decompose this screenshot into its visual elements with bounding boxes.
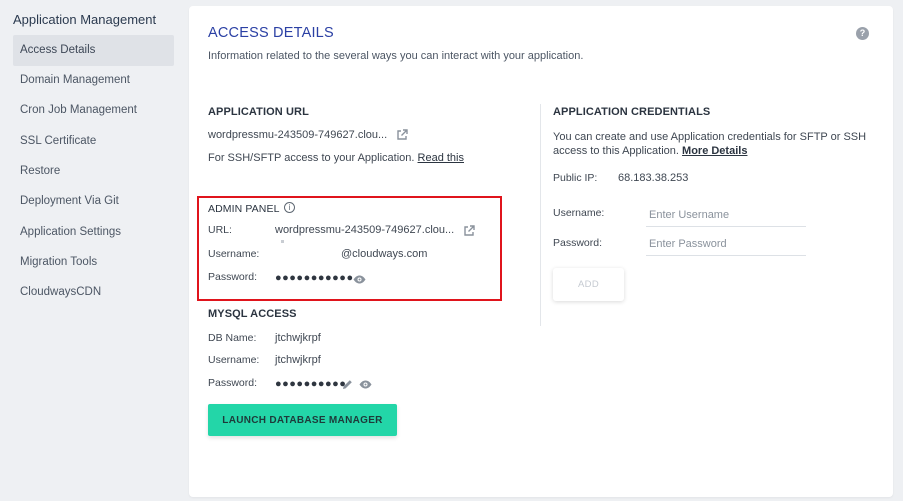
public-ip-value: 68.183.38.253 [618, 172, 689, 184]
mysql-access-heading: MYSQL ACCESS [208, 308, 297, 320]
mysql-eye-icon[interactable] [359, 380, 372, 389]
redacted-mark [281, 240, 284, 243]
help-icon[interactable]: ? [856, 27, 869, 40]
cred-username-input[interactable] [646, 203, 806, 227]
application-url-value: wordpressmu-243509-749627.clou... [208, 129, 388, 141]
sidebar-item-application-settings[interactable]: Application Settings [13, 217, 174, 248]
sidebar-item-ssl-certificate[interactable]: SSL Certificate [13, 126, 174, 157]
pencil-icon[interactable] [342, 379, 353, 390]
sidebar-item-restore[interactable]: Restore [13, 156, 174, 187]
cred-password-label: Password: [553, 237, 603, 249]
mysql-password-label: Password: [208, 377, 258, 389]
page-subtitle: Information related to the several ways … [208, 50, 584, 62]
admin-url-value: wordpressmu-243509-749627.clou... [275, 224, 455, 236]
sidebar-item-cron-job-management[interactable]: Cron Job Management [13, 95, 174, 126]
ssh-note: For SSH/SFTP access to your Application.… [208, 152, 464, 164]
db-name-value: jtchwjkrpf [275, 332, 321, 344]
admin-url-label: URL: [208, 224, 232, 236]
application-url-heading: APPLICATION URL [208, 106, 309, 118]
mysql-username-value: jtchwjkrpf [275, 354, 321, 366]
cred-password-input[interactable] [646, 232, 806, 256]
eye-icon[interactable] [353, 275, 366, 284]
more-details-link[interactable]: More Details [682, 145, 747, 157]
access-details-panel: ACCESS DETAILS Information related to th… [189, 6, 893, 497]
admin-panel-heading: ADMIN PANEL [208, 203, 280, 215]
admin-external-link-icon[interactable] [463, 225, 475, 237]
ssh-note-text: For SSH/SFTP access to your Application. [208, 152, 415, 164]
column-divider [540, 104, 541, 326]
cred-username-label: Username: [553, 207, 605, 219]
sidebar: Application Management Access Details Do… [0, 0, 188, 501]
read-this-link[interactable]: Read this [418, 152, 464, 164]
sidebar-item-deployment-via-git[interactable]: Deployment Via Git [13, 186, 174, 217]
admin-username-label: Username: [208, 248, 260, 260]
launch-database-manager-button[interactable]: LAUNCH DATABASE MANAGER [208, 404, 397, 436]
sidebar-item-access-details[interactable]: Access Details [13, 35, 174, 66]
db-name-label: DB Name: [208, 332, 257, 344]
credentials-description: You can create and use Application crede… [553, 130, 878, 158]
admin-password-value: ●●●●●●●●●●● [275, 272, 354, 284]
admin-password-label: Password: [208, 271, 258, 283]
sidebar-title: Application Management [13, 12, 157, 27]
mysql-username-label: Username: [208, 354, 260, 366]
page-title: ACCESS DETAILS [208, 25, 334, 41]
sidebar-item-domain-management[interactable]: Domain Management [13, 65, 174, 96]
sidebar-item-migration-tools[interactable]: Migration Tools [13, 247, 174, 278]
mysql-password-value: ●●●●●●●●●● [275, 378, 347, 390]
info-icon[interactable]: i [284, 202, 295, 213]
external-link-icon[interactable] [396, 129, 408, 141]
add-credentials-button[interactable]: ADD [553, 268, 624, 301]
app-credentials-heading: APPLICATION CREDENTIALS [553, 106, 711, 118]
public-ip-label: Public IP: [553, 172, 598, 184]
sidebar-item-cloudways-cdn[interactable]: CloudwaysCDN [13, 277, 174, 308]
admin-username-value: @cloudways.com [341, 248, 428, 260]
